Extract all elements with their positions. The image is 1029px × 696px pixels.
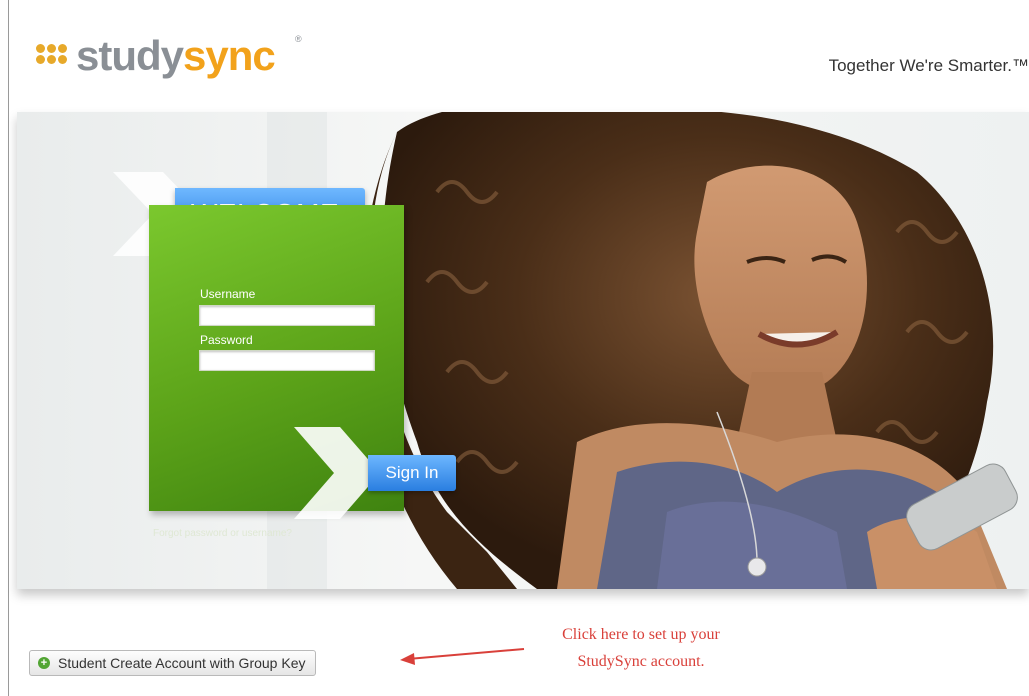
username-input[interactable] xyxy=(199,305,375,326)
annotation-line-2: StudySync account. xyxy=(577,653,705,670)
left-border-line xyxy=(8,0,9,696)
create-account-label: Student Create Account with Group Key xyxy=(58,655,306,671)
logo-wordmark: studysync xyxy=(76,32,276,79)
setup-annotation: Click here to set up your StudySync acco… xyxy=(520,621,762,675)
sign-in-button[interactable]: Sign In xyxy=(368,455,456,491)
logo-dots-icon xyxy=(36,44,72,74)
forgot-password-link[interactable]: Forgot password or username? xyxy=(153,528,292,539)
password-input[interactable] xyxy=(199,350,375,371)
hero-banner: WELCOME Username Password Sign In Forgot… xyxy=(17,112,1029,589)
student-create-account-button[interactable]: + Student Create Account with Group Key xyxy=(29,650,317,676)
annotation-line-1: Click here to set up your xyxy=(562,626,720,643)
plus-circle-icon: + xyxy=(38,657,50,669)
red-arrow-left-icon xyxy=(400,648,525,665)
logo-registered-mark: ® xyxy=(295,34,302,44)
password-label: Password xyxy=(200,333,253,347)
username-label: Username xyxy=(200,287,256,301)
tagline: Together We're Smarter.™ xyxy=(828,56,1029,75)
